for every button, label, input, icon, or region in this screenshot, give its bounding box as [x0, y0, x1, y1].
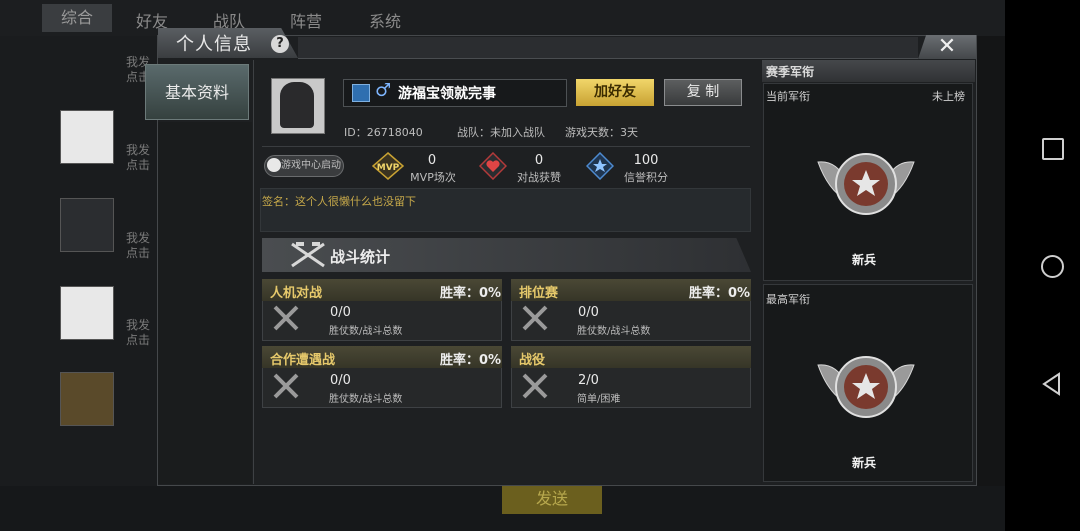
card-title: 合作遭遇战	[270, 353, 336, 368]
side-tab-column	[158, 122, 252, 484]
crossed-guns-icon	[291, 242, 325, 268]
card-label: 胜仗数/战斗总数	[577, 326, 651, 337]
card-label: 简单/困难	[577, 394, 621, 405]
svg-text:MVP: MVP	[377, 163, 400, 173]
reputation-label: 信誉积分	[624, 171, 668, 184]
heart-icon	[479, 152, 507, 180]
current-rank-name: 新兵	[852, 253, 877, 267]
crossed-swords-icon	[273, 305, 299, 331]
card-win-rate: 胜率：0%	[689, 286, 751, 301]
card-title: 人机对战	[270, 286, 323, 301]
card-value: 0/0	[330, 305, 351, 320]
recents-icon[interactable]	[1042, 138, 1064, 160]
card-title: 战役	[519, 353, 546, 368]
dialog-title: 个人信息	[176, 34, 252, 55]
crossed-swords-icon	[273, 373, 299, 399]
card-value: 0/0	[578, 305, 599, 320]
card-win-rate: 胜率：0%	[440, 286, 502, 301]
battle-stats-title: 战斗统计	[330, 248, 391, 266]
card-value: 0/0	[330, 373, 351, 388]
copy-button[interactable]: 复 制	[664, 79, 742, 106]
chat-avatar	[60, 286, 114, 340]
chat-message: 我发 点击	[126, 318, 151, 347]
close-button[interactable]: ✕	[918, 35, 976, 59]
star-icon	[586, 152, 614, 180]
tab-basic-info[interactable]: 基本资料	[145, 64, 249, 120]
player-name: 游福宝领就完事	[398, 86, 496, 102]
platform-badge-icon	[352, 84, 370, 102]
mvp-label: MVP场次	[410, 171, 456, 184]
male-icon: ♂	[375, 80, 392, 101]
signature-text: 签名：这个人很懒什么也没留下	[262, 195, 416, 208]
add-friend-button[interactable]: 加好友	[576, 79, 654, 106]
highest-rank-label: 最高军衔	[766, 293, 810, 306]
dialog-title-bar	[298, 37, 918, 59]
likes-count: 0	[534, 153, 544, 168]
card-header	[511, 346, 751, 368]
divider	[262, 146, 750, 147]
chat-avatar	[60, 198, 114, 252]
help-icon[interactable]: ?	[271, 35, 289, 53]
rank-emblem-icon	[817, 356, 915, 418]
reputation-score: 100	[633, 153, 659, 168]
mvp-count: 0	[427, 153, 437, 168]
back-icon[interactable]	[1041, 372, 1063, 396]
bg-tab-camp[interactable]: 阵营	[290, 8, 322, 32]
chat-message: 我发 点击	[126, 231, 151, 260]
crossed-swords-icon	[522, 305, 548, 331]
chat-avatar	[60, 372, 114, 426]
send-button[interactable]: 发送	[502, 484, 602, 514]
chat-avatar	[60, 110, 114, 164]
rank-emblem-icon	[817, 153, 915, 215]
current-rank-label: 当前军衔	[766, 90, 810, 103]
bg-tab-system[interactable]: 系统	[369, 8, 401, 32]
home-icon[interactable]	[1041, 255, 1064, 278]
card-win-rate: 胜率：0%	[440, 353, 502, 368]
season-rank-title: 赛季军衔	[766, 65, 815, 79]
player-id: ID：26718040	[344, 126, 423, 139]
player-days: 游戏天数：3天	[565, 126, 638, 139]
avatar-figure	[280, 82, 314, 128]
current-rank-status: 未上榜	[932, 90, 965, 103]
likes-label: 对战获赞	[517, 171, 561, 184]
highest-rank-name: 新兵	[852, 456, 877, 470]
crossed-swords-icon	[522, 373, 548, 399]
card-label: 胜仗数/战斗总数	[329, 326, 403, 337]
card-value: 2/0	[578, 373, 599, 388]
card-label: 胜仗数/战斗总数	[329, 394, 403, 405]
player-team: 战队：未加入战队	[457, 126, 545, 139]
chat-message: 我发 点击	[126, 143, 151, 172]
card-title: 排位赛	[519, 286, 559, 301]
qq-icon	[267, 158, 281, 172]
bg-tab-general[interactable]: 综合	[42, 4, 112, 32]
